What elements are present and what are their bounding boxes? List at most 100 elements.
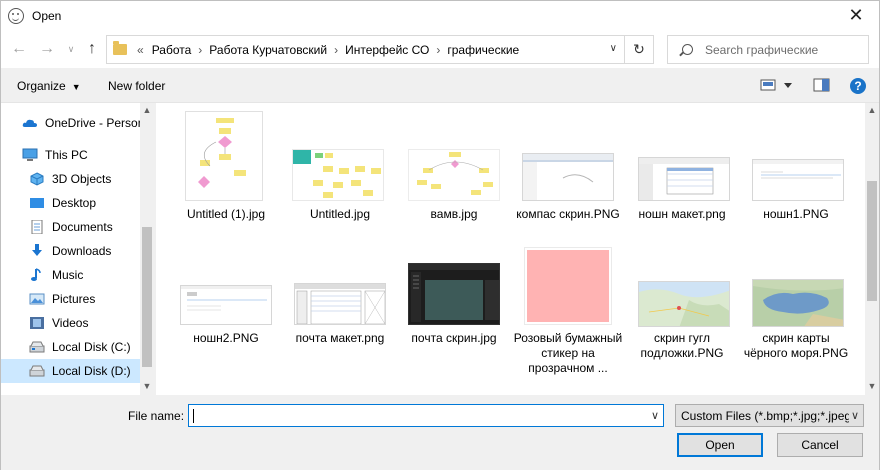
file-name: вамв.jpg <box>430 207 478 221</box>
scroll-down-icon[interactable]: ▼ <box>865 381 879 391</box>
organize-button[interactable]: Organize ▼ <box>17 79 81 93</box>
videos-icon <box>30 317 44 329</box>
address-bar[interactable]: « Работа › Работа Курчатовский › Интерфе… <box>106 35 654 64</box>
breadcrumb-item[interactable]: Работа <box>152 43 192 57</box>
nav-item-music[interactable]: Music <box>1 263 140 287</box>
breadcrumb-chevron-icon[interactable]: › <box>436 43 440 57</box>
file-thumbnail <box>524 247 612 325</box>
view-icon <box>760 79 792 91</box>
view-options-button[interactable] <box>760 77 800 96</box>
up-arrow-icon[interactable]: ↑ <box>82 40 102 58</box>
3d-objects-icon <box>30 172 44 186</box>
breadcrumb-item[interactable]: Работа Курчатовский <box>209 43 327 57</box>
file-item[interactable]: ношн макет.png <box>626 103 738 233</box>
scroll-down-icon[interactable]: ▼ <box>140 381 154 391</box>
breadcrumb-chevron-icon[interactable]: › <box>334 43 338 57</box>
forward-arrow-icon[interactable]: → <box>37 40 57 58</box>
nav-item-this-pc[interactable]: This PC <box>1 143 140 167</box>
title-bar: Open ✕ <box>1 1 879 30</box>
help-icon[interactable]: ? <box>849 77 867 98</box>
file-item[interactable]: почта скрин.jpg <box>398 243 510 393</box>
nav-item-label: Local Disk (C:) <box>52 340 131 354</box>
nav-scrollbar[interactable]: ▲ ▼ <box>140 103 154 395</box>
toolbar: Organize ▼ New folder ? <box>1 68 879 103</box>
nav-item-downloads[interactable]: Downloads <box>1 239 140 263</box>
breadcrumb-chevron-icon[interactable]: › <box>198 43 202 57</box>
search-box[interactable] <box>667 35 869 64</box>
file-name: почта скрин.jpg <box>411 331 497 345</box>
preview-pane-icon[interactable] <box>813 77 831 96</box>
drive-icon <box>29 341 45 353</box>
search-icon <box>682 44 693 55</box>
back-arrow-icon[interactable]: ← <box>9 40 29 58</box>
scroll-up-icon[interactable]: ▲ <box>865 105 879 115</box>
breadcrumb-item[interactable]: графические <box>447 43 519 57</box>
file-thumbnail <box>408 149 500 201</box>
download-arrow-icon <box>32 244 42 256</box>
address-row: ← → ∨ ↑ « Работа › Работа Курчатовский ›… <box>1 30 879 68</box>
file-item[interactable]: Розовый бумажный стикер на прозрачном ..… <box>512 243 624 393</box>
file-item[interactable]: почта макет.png <box>284 243 396 393</box>
nav-item-documents[interactable]: Documents <box>1 215 140 239</box>
nav-item-desktop[interactable]: Desktop <box>1 191 140 215</box>
nav-item-3d-objects[interactable]: 3D Objects <box>1 167 140 191</box>
file-item[interactable]: компас скрин.PNG <box>512 103 624 233</box>
bottom-bar: File name: ∨ Custom Files (*.bmp;*.jpg;*… <box>1 395 879 470</box>
cancel-button[interactable]: Cancel <box>777 433 863 457</box>
nav-item-label: Music <box>52 268 84 282</box>
file-item[interactable]: Untitled (1).jpg <box>170 103 282 233</box>
open-button[interactable]: Open <box>677 433 763 457</box>
search-input[interactable] <box>705 42 855 57</box>
address-dropdown-icon[interactable]: ∨ <box>610 43 617 54</box>
window-title: Open <box>32 8 62 23</box>
organize-label: Organize <box>17 79 66 93</box>
file-thumbnail <box>294 283 386 325</box>
close-icon[interactable]: ✕ <box>833 1 879 30</box>
file-item[interactable]: скрин карты чёрного моря.PNG <box>740 243 852 393</box>
file-list: Untitled (1).jpg Untitled.jpg вамв.jpg к… <box>156 103 865 395</box>
music-note-icon <box>31 268 41 281</box>
nav-item-label: Local Disk (D:) <box>52 364 131 378</box>
pictures-icon <box>29 293 45 305</box>
file-name: ношн1.PNG <box>763 207 829 221</box>
scrollbar-thumb[interactable] <box>142 227 152 367</box>
file-item[interactable]: ношн2.PNG <box>170 243 282 393</box>
file-type-filter[interactable]: Custom Files (*.bmp;*.jpg;*.jpeg ∨ <box>675 404 864 427</box>
svg-text:?: ? <box>854 79 861 93</box>
file-name: Untitled.jpg <box>309 207 371 221</box>
file-item[interactable]: вамв.jpg <box>398 103 510 233</box>
nav-item-local-disk-c[interactable]: Local Disk (C:) <box>1 335 140 359</box>
file-item[interactable]: скрин гугл подложки.PNG <box>626 243 738 393</box>
nav-item-videos[interactable]: Videos <box>1 311 140 335</box>
file-name: компас скрин.PNG <box>516 207 620 221</box>
file-name-dropdown-icon[interactable]: ∨ <box>651 409 659 422</box>
content-scrollbar[interactable]: ▲ ▼ <box>865 103 879 395</box>
recent-locations-chevron-icon[interactable]: ∨ <box>61 40 81 58</box>
nav-item-local-disk-d[interactable]: Local Disk (D:) <box>1 359 140 383</box>
nav-item-label: Documents <box>52 220 113 234</box>
overflow-chevron-icon[interactable]: « <box>137 43 144 57</box>
file-thumbnail <box>180 285 272 325</box>
nav-item-label: This PC <box>45 148 88 162</box>
file-name-input[interactable]: ∨ <box>188 404 664 427</box>
nav-item-pictures[interactable]: Pictures <box>1 287 140 311</box>
nav-item-label: Videos <box>52 316 89 330</box>
scroll-up-icon[interactable]: ▲ <box>140 105 154 115</box>
file-name: скрин гугл подложки.PNG <box>640 331 724 360</box>
file-thumbnail <box>752 159 844 201</box>
computer-icon <box>22 148 38 161</box>
nav-item-label: 3D Objects <box>52 172 112 186</box>
chevron-down-icon[interactable]: ∨ <box>848 409 859 422</box>
breadcrumb-item[interactable]: Интерфейс СО <box>345 43 429 57</box>
nav-item-label: OneDrive - Person <box>45 116 145 130</box>
new-folder-button[interactable]: New folder <box>108 79 165 93</box>
nav-item-onedrive[interactable]: OneDrive - Person <box>1 111 144 135</box>
file-item[interactable]: Untitled.jpg <box>284 103 396 233</box>
file-thumbnail <box>638 157 730 201</box>
refresh-icon[interactable]: ↻ <box>624 36 653 63</box>
scrollbar-thumb[interactable] <box>867 181 877 301</box>
file-item[interactable]: ношн1.PNG <box>740 103 852 233</box>
file-thumbnail <box>638 281 730 327</box>
file-type-filter-value: Custom Files (*.bmp;*.jpg;*.jpeg <box>681 409 852 423</box>
file-thumbnail <box>522 153 614 201</box>
